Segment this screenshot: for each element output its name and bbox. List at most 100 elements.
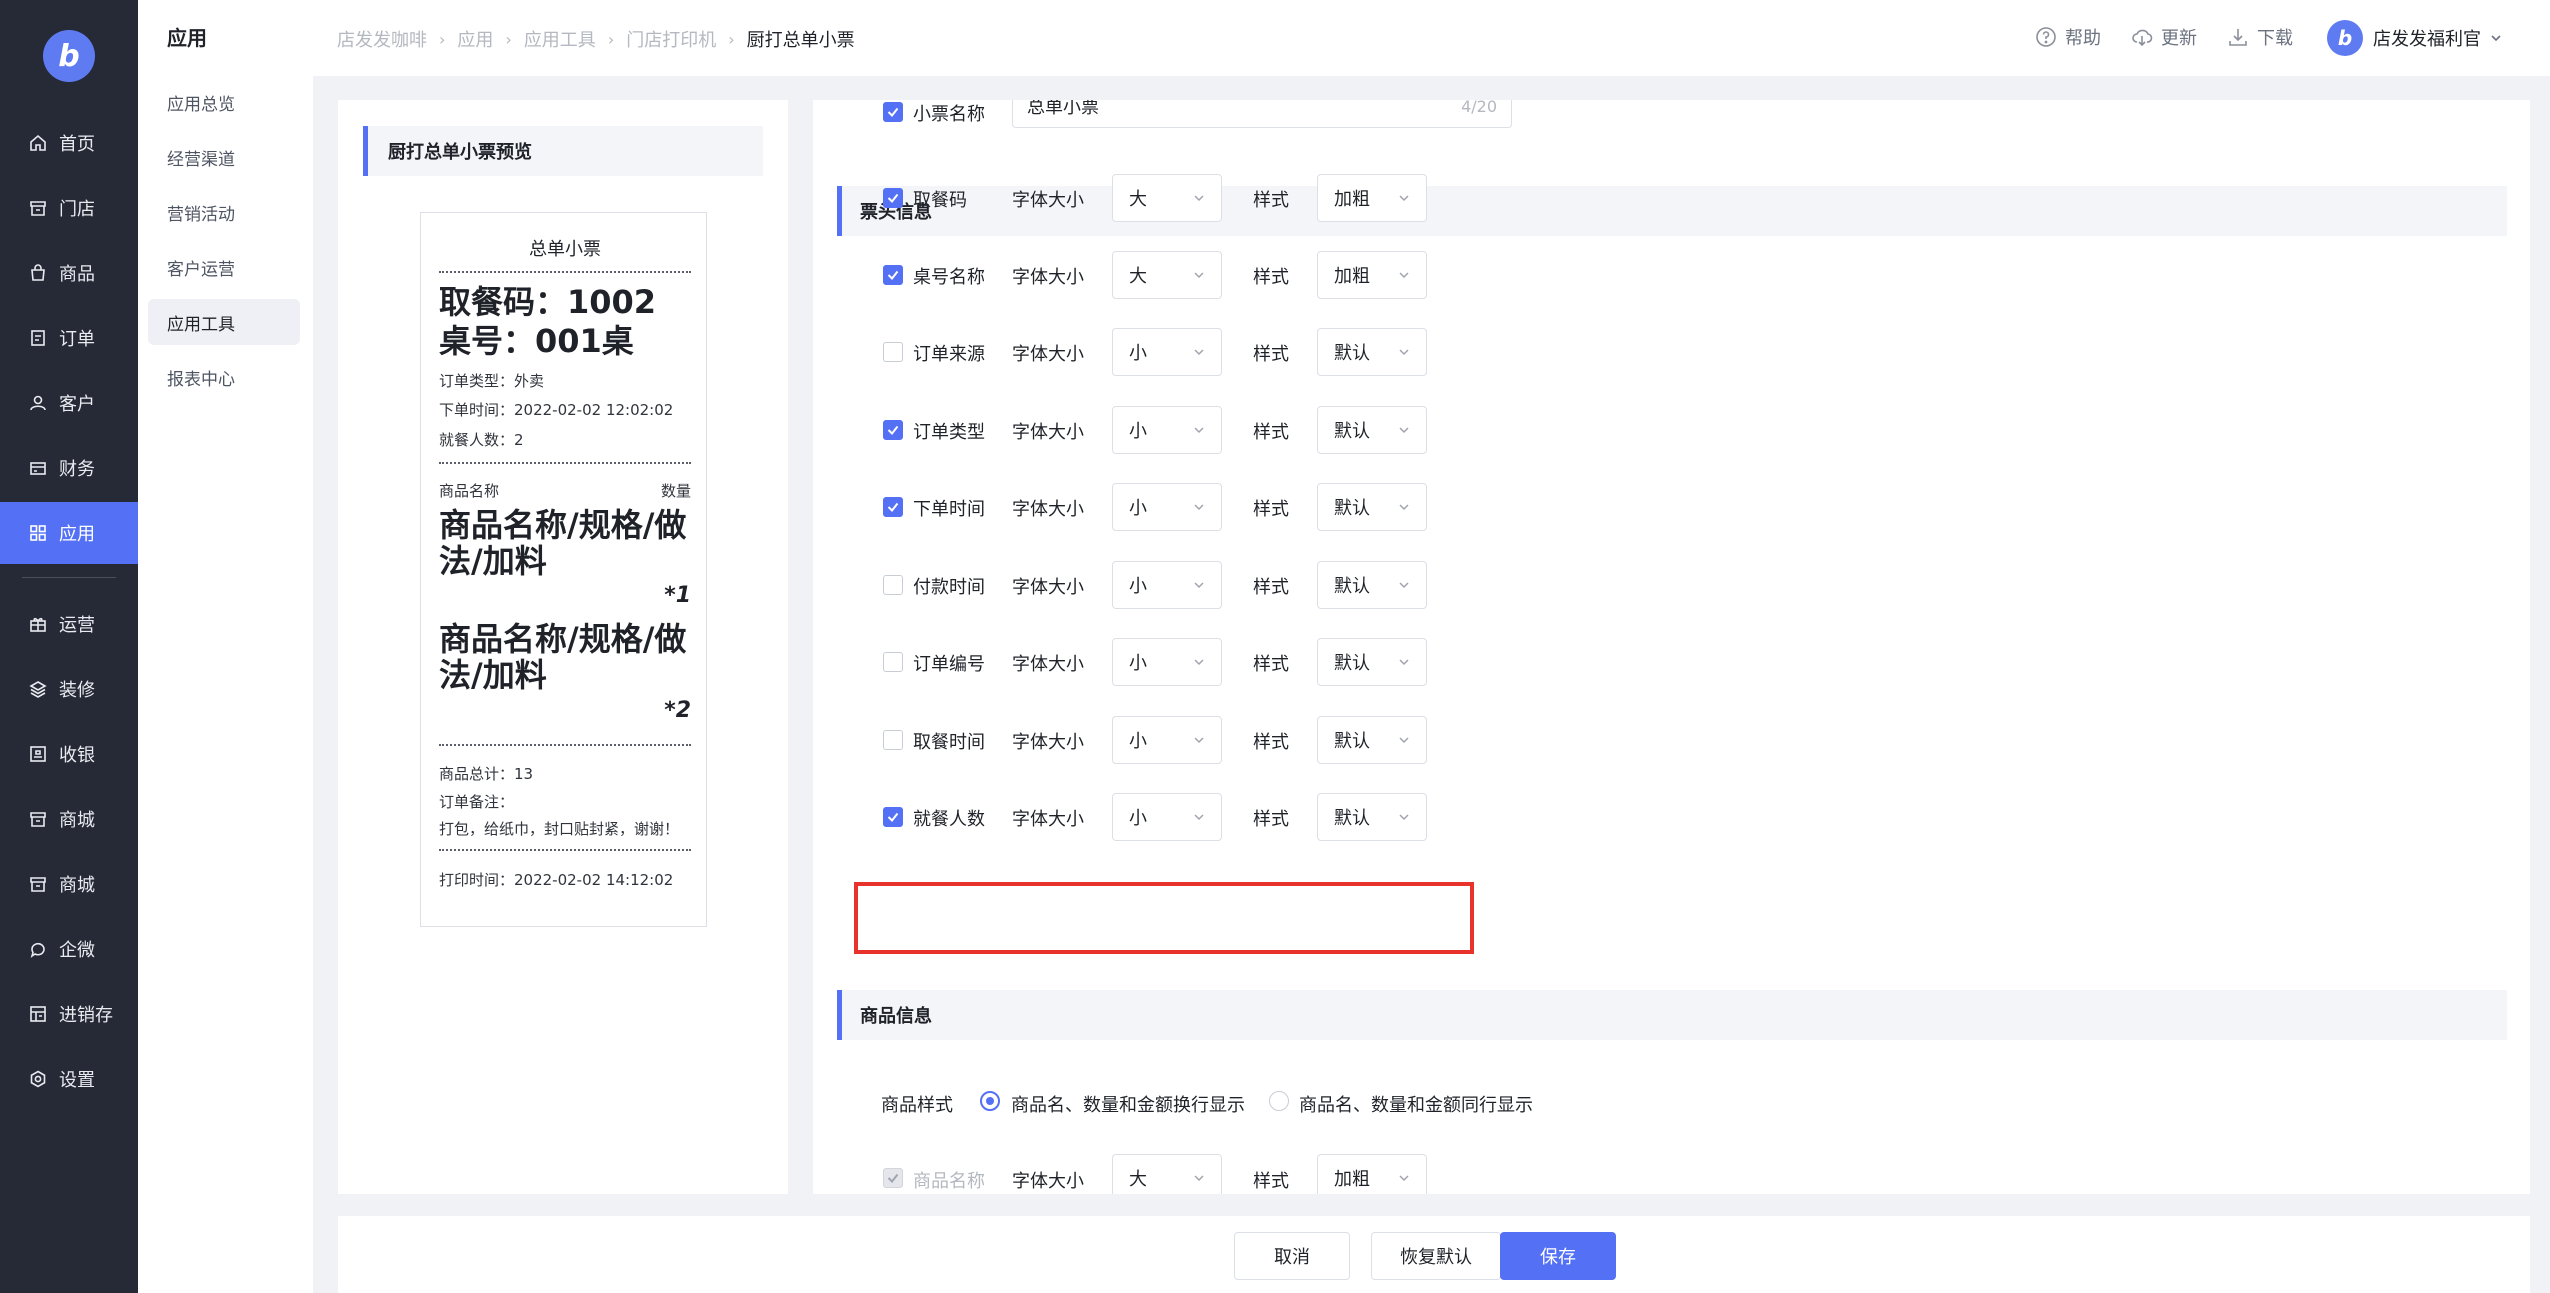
goods-name-style-select[interactable]: 加粗	[1317, 1154, 1427, 1194]
nav-store[interactable]: 门店	[0, 177, 138, 239]
field-checkbox[interactable]	[883, 807, 903, 827]
ticket-name-checkbox[interactable]	[883, 102, 903, 122]
breadcrumb-item[interactable]: 应用	[457, 26, 493, 52]
field-checkbox[interactable]	[883, 188, 903, 208]
save-button[interactable]: 保存	[1500, 1232, 1616, 1280]
font-size-select[interactable]: 大	[1112, 251, 1222, 299]
main-sidebar: b 首页 门店 商品 订单 客户 财务 应用 运营 装修 收银 商城 商城 企微…	[0, 0, 138, 1293]
select-value: 加粗	[1334, 1169, 1370, 1190]
submenu-item-customer-ops[interactable]: 客户运营	[148, 244, 300, 290]
nav-cashier[interactable]: 收银	[0, 723, 138, 785]
nav-mall-2[interactable]: 商城	[0, 853, 138, 915]
style-select[interactable]: 默认	[1317, 328, 1427, 376]
font-size-select[interactable]: 大	[1112, 174, 1222, 222]
cancel-button[interactable]: 取消	[1234, 1232, 1350, 1280]
download-button[interactable]: 下载	[2227, 24, 2293, 50]
nav-wecom[interactable]: 企微	[0, 918, 138, 980]
font-size-select[interactable]: 小	[1112, 793, 1222, 841]
ticket-name-label: 小票名称	[913, 104, 985, 125]
style-select[interactable]: 默认	[1317, 716, 1427, 764]
field-label: 订单编号	[913, 654, 985, 675]
chevron-right-icon: ›	[505, 29, 512, 49]
nav-home[interactable]: 首页	[0, 112, 138, 174]
chevron-down-icon	[1399, 427, 1409, 434]
field-checkbox[interactable]	[883, 497, 903, 517]
nav-settings[interactable]: 设置	[0, 1048, 138, 1110]
field-checkbox[interactable]	[883, 575, 903, 595]
nav-customers[interactable]: 客户	[0, 372, 138, 434]
apps-icon	[29, 524, 47, 542]
select-value: 小	[1129, 576, 1147, 597]
ticket-item-name: 商品名称/规格/做	[439, 620, 687, 658]
nav-decoration[interactable]: 装修	[0, 658, 138, 720]
chevron-down-icon	[1399, 195, 1409, 202]
nav-goods[interactable]: 商品	[0, 242, 138, 304]
ticket-order-time: 下单时间：2022-02-02 12:02:02	[439, 401, 674, 419]
font-size-select[interactable]: 小	[1112, 328, 1222, 376]
help-button[interactable]: 帮助	[2035, 24, 2101, 50]
select-value: 小	[1129, 653, 1147, 674]
sidebar-divider	[22, 577, 116, 578]
font-size-select[interactable]: 小	[1112, 561, 1222, 609]
style-select[interactable]: 默认	[1317, 483, 1427, 531]
ticket-name-input[interactable]: 总单小票 4/20	[1012, 100, 1512, 128]
breadcrumb-item[interactable]: 店发发咖啡	[337, 26, 427, 52]
submenu-item-marketing[interactable]: 营销活动	[148, 189, 300, 235]
chevron-down-icon	[1194, 582, 1204, 589]
goods-name-size-select[interactable]: 大	[1112, 1154, 1222, 1194]
font-size-select[interactable]: 小	[1112, 716, 1222, 764]
nav-label: 装修	[59, 680, 95, 701]
user-menu[interactable]: b 店发发福利官	[2327, 20, 2503, 56]
goods-style-option-inline: 商品名、数量和金额同行显示	[1299, 1095, 1533, 1116]
submenu-item-overview[interactable]: 应用总览	[148, 79, 300, 125]
style-select[interactable]: 加粗	[1317, 174, 1427, 222]
goods-name-label: 商品名称	[913, 1171, 985, 1192]
update-button[interactable]: 更新	[2131, 24, 2197, 50]
style-select[interactable]: 默认	[1317, 406, 1427, 454]
field-label: 取餐码	[913, 190, 967, 211]
nav-orders[interactable]: 订单	[0, 307, 138, 369]
field-label: 取餐时间	[913, 732, 985, 753]
action-footer: 取消 恢复默认 保存	[338, 1216, 2530, 1293]
ticket-preview: 总单小票 取餐码：1002 桌号：001桌 订单类型：外卖 下单时间：2022-…	[420, 212, 707, 927]
download-label: 下载	[2257, 28, 2293, 49]
style-select[interactable]: 默认	[1317, 793, 1427, 841]
ticket-remark: 打包，给纸巾，封口贴封紧，谢谢！	[439, 820, 680, 838]
ticket-preview-panel: 厨打总单小票预览 总单小票 取餐码：1002 桌号：001桌 订单类型：外卖 下…	[338, 100, 788, 1194]
nav-apps[interactable]: 应用	[0, 502, 138, 564]
chat-icon	[29, 940, 47, 958]
submenu-item-app-tools[interactable]: 应用工具	[148, 299, 300, 345]
style-select[interactable]: 默认	[1317, 638, 1427, 686]
submenu-item-reports[interactable]: 报表中心	[148, 354, 300, 400]
avatar: b	[2327, 20, 2363, 56]
style-select[interactable]: 加粗	[1317, 251, 1427, 299]
char-counter: 4/20	[1461, 100, 1497, 116]
breadcrumb-item[interactable]: 应用工具	[524, 26, 596, 52]
goods-style-radio-wrap[interactable]	[980, 1091, 1000, 1111]
ticket-name-value: 总单小票	[1027, 100, 1099, 118]
field-checkbox[interactable]	[883, 652, 903, 672]
field-checkbox[interactable]	[883, 730, 903, 750]
nav-mall-1[interactable]: 商城	[0, 788, 138, 850]
submenu-item-channels[interactable]: 经营渠道	[148, 134, 300, 180]
nav-finance[interactable]: 财务	[0, 437, 138, 499]
section-header-info: 票头信息	[837, 186, 2507, 236]
style-select[interactable]: 默认	[1317, 561, 1427, 609]
ticket-table: 桌号：001桌	[439, 322, 634, 360]
select-value: 默认	[1334, 808, 1370, 829]
breadcrumb-item[interactable]: 门店打印机	[626, 26, 716, 52]
field-checkbox[interactable]	[883, 342, 903, 362]
goods-style-radio-inline[interactable]	[1269, 1091, 1289, 1111]
field-checkbox[interactable]	[883, 265, 903, 285]
style-label: 样式	[1253, 190, 1289, 211]
font-size-select[interactable]: 小	[1112, 406, 1222, 454]
reset-default-button[interactable]: 恢复默认	[1371, 1232, 1501, 1280]
home-icon	[29, 134, 47, 152]
cashier-icon	[29, 745, 47, 763]
font-size-select[interactable]: 小	[1112, 483, 1222, 531]
section-goods-info: 商品信息	[837, 990, 2507, 1040]
field-checkbox[interactable]	[883, 420, 903, 440]
nav-inventory[interactable]: 进销存	[0, 983, 138, 1045]
nav-operations[interactable]: 运营	[0, 593, 138, 655]
font-size-select[interactable]: 小	[1112, 638, 1222, 686]
